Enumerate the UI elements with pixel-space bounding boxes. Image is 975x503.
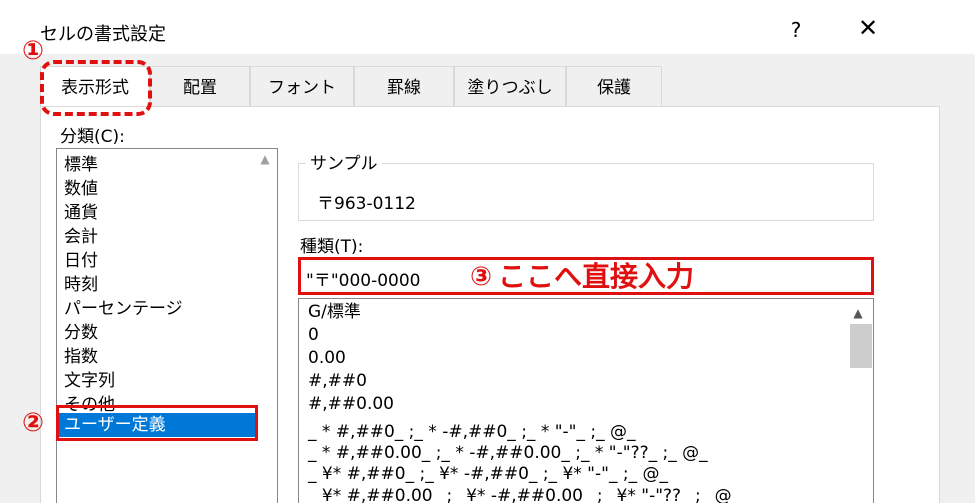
format-item[interactable]: _ ¥* #,##0_ ;_ ¥* -#,##0_ ;_ ¥* "-"_ ;_ … [308, 462, 668, 486]
format-cells-dialog: セルの書式設定 ? ✕ 表示形式 配置 フォント 罫線 塗りつぶし 保護 分類(… [0, 0, 975, 503]
format-item[interactable]: #,##0 [308, 369, 367, 393]
category-label: 分類(C): [60, 127, 125, 147]
scroll-up-icon[interactable]: ▲ [256, 152, 274, 170]
scrollbar-thumb[interactable] [850, 324, 872, 368]
step-3-instruction: ここへ直接入力 [498, 260, 695, 293]
category-item-fraction[interactable]: 分数 [57, 321, 257, 345]
step-3-marker: ③ [470, 262, 493, 292]
category-item-scientific[interactable]: 指数 [57, 345, 257, 369]
category-item-date[interactable]: 日付 [57, 249, 257, 273]
sample-value: 〒963-0112 [317, 194, 416, 214]
category-list[interactable]: 標準 数値 通貨 会計 日付 時刻 パーセンテージ 分数 指数 文字列 その他 … [56, 148, 278, 503]
title-bar: セルの書式設定 ? ✕ [0, 0, 975, 54]
type-input-value: "〒"000-0000 [306, 271, 421, 291]
tab-border[interactable]: 罫線 [354, 66, 454, 108]
format-item[interactable]: #,##0.00 [308, 392, 394, 416]
format-item[interactable]: 0 [308, 323, 319, 347]
tab-fill[interactable]: 塗りつぶし [454, 66, 566, 108]
tab-font[interactable]: フォント [250, 66, 354, 108]
type-label: 種類(T): [300, 237, 364, 257]
format-item[interactable]: 0.00 [308, 346, 346, 370]
step-2-marker: ② [22, 408, 45, 438]
category-item-general[interactable]: 標準 [57, 153, 257, 177]
dialog-title: セルの書式設定 [40, 24, 166, 45]
tab-alignment[interactable]: 配置 [150, 66, 250, 108]
category-item-number[interactable]: 数値 [57, 177, 257, 201]
scroll-up-icon[interactable]: ▲ [848, 306, 868, 322]
category-item-currency[interactable]: 通貨 [57, 201, 257, 225]
custom-highlight-annotation [56, 405, 258, 441]
close-button[interactable]: ✕ [852, 14, 884, 46]
tab-highlight-annotation [40, 60, 152, 116]
tab-protection[interactable]: 保護 [566, 66, 662, 108]
format-item[interactable]: _ ¥* #,##0.00_ ;_ ¥* -#,##0.00_ ;_ ¥* "-… [308, 484, 740, 503]
category-item-accounting[interactable]: 会計 [57, 225, 257, 249]
category-item-percentage[interactable]: パーセンテージ [57, 297, 257, 321]
category-item-time[interactable]: 時刻 [57, 273, 257, 297]
step-1-marker: ① [22, 36, 45, 66]
format-item[interactable]: G/標準 [308, 300, 361, 324]
sample-legend: サンプル [306, 149, 382, 174]
help-button[interactable]: ? [784, 18, 808, 46]
category-item-text[interactable]: 文字列 [57, 369, 257, 393]
